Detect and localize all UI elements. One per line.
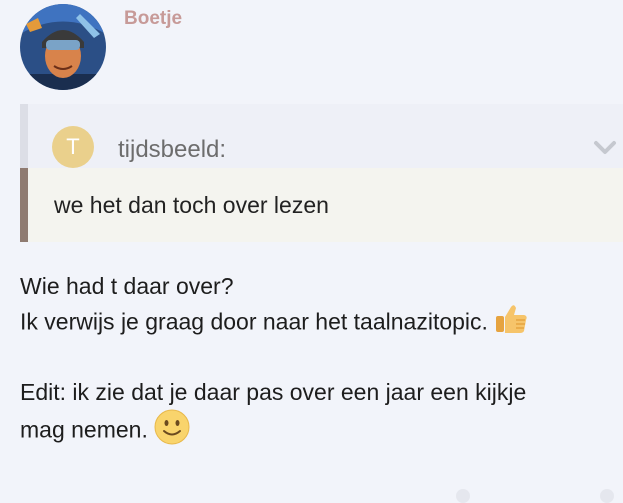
quote-toggle-button[interactable]	[590, 134, 623, 160]
post-line: Edit: ik zie dat je daar pas over een ja…	[20, 379, 527, 405]
post-line-with-emoji: mag nemen.	[20, 409, 526, 454]
thumbs-up-icon	[494, 303, 528, 344]
slightly-smiling-face-icon	[154, 409, 190, 454]
user-avatar[interactable]	[20, 4, 106, 90]
post-paragraph-1: Wie had t daar over? Ik verwijs je graag…	[20, 270, 528, 344]
post-line-with-emoji: Ik verwijs je graag door naar het taalna…	[20, 303, 528, 344]
chevron-icon	[594, 141, 616, 154]
quote-header-bar	[20, 104, 28, 168]
quote-author-name[interactable]: tijdsbeeld:	[118, 136, 226, 164]
post-line: Wie had t daar over?	[20, 273, 234, 299]
post-action-icon[interactable]	[456, 489, 470, 503]
quote-header: T tijdsbeeld:	[20, 104, 623, 168]
quote-text: we het dan toch over lezen	[54, 192, 329, 218]
post-line-text: Ik verwijs je graag door naar het taalna…	[20, 308, 488, 335]
quote-body: we het dan toch over lezen	[20, 168, 623, 242]
post-paragraph-2: Edit: ik zie dat je daar pas over een ja…	[20, 376, 526, 454]
post-username[interactable]: Boetje	[124, 8, 182, 30]
avatar-image	[20, 4, 106, 90]
quote-body-bar	[20, 168, 28, 242]
post-line-text: mag nemen.	[20, 416, 148, 443]
quote-author-avatar[interactable]: T	[52, 126, 94, 168]
post-action-icon[interactable]	[600, 489, 614, 503]
